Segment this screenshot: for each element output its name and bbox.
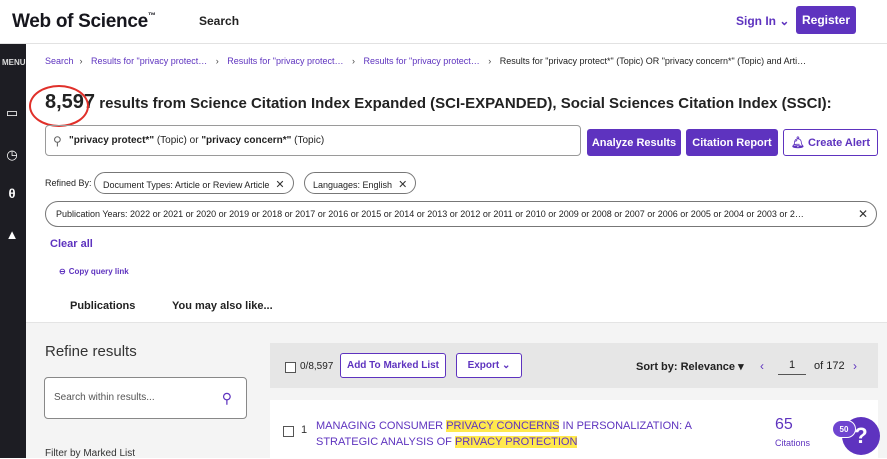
results-heading: 8,597 results from Science Citation Inde… [45,91,832,114]
page-number-input[interactable]: 1 [778,357,806,375]
chevron-right-icon: › [352,56,356,66]
search-within-placeholder: Search within results... [54,392,155,403]
filter-chip-publication-years[interactable]: Publication Years: 2022 or 2021 or 2020 … [45,201,877,227]
citation-report-button[interactable]: Citation Report [686,129,778,156]
filter-chip-languages[interactable]: Languages: English ✕ [304,172,417,194]
query-field-2: (Topic) [291,135,325,146]
chevron-right-icon: › [215,56,219,66]
breadcrumb-results-2[interactable]: Results for "privacy protect… [227,56,346,66]
top-header: Web of Science™ Search Sign In ⌄ Registe… [0,0,887,44]
page-total: of 172 [814,360,845,372]
search-icon[interactable]: ⚲ [222,390,232,407]
search-nav-link[interactable]: Search [199,14,239,28]
bell-icon: 🔔︎ [791,137,805,149]
breadcrumb-results-1[interactable]: Results for "privacy protect… [91,56,210,66]
export-button[interactable]: Export ⌄ [456,353,522,378]
analytics-icon[interactable]: θ [5,187,19,201]
search-within-input[interactable]: Search within results... ⚲ [44,377,247,419]
clear-all-link[interactable]: Clear all [50,238,93,250]
tab-publications[interactable]: Publications [70,300,135,312]
close-icon[interactable]: ✕ [858,207,868,221]
close-icon[interactable]: ✕ [275,179,284,191]
menu-label[interactable]: MENU [2,58,26,67]
chevron-right-icon: › [488,56,492,66]
highlight-term: PRIVACY CONCERNS [446,420,560,432]
next-page-icon[interactable]: › [853,359,857,373]
refine-results-title: Refine results [45,343,137,360]
register-button[interactable]: Register [796,6,856,34]
result-checkbox[interactable] [283,426,294,437]
breadcrumb-search[interactable]: Search [45,56,74,66]
analyze-results-button[interactable]: Analyze Results [587,129,681,156]
filter-by-marked-list[interactable]: Filter by Marked List [45,448,135,459]
copy-query-link[interactable]: ⊖ Copy query link [59,267,129,276]
left-rail: MENU ▭ ◷ θ ▲ [0,44,26,458]
breadcrumb-current: Results for "privacy protect*" (Topic) O… [499,56,807,66]
sort-dropdown[interactable]: Sort by: Relevance ▾ [636,360,744,373]
chevron-down-icon: ⌄ [502,360,511,371]
chevron-right-icon: › [79,56,83,66]
result-title-link[interactable]: MANAGING CONSUMER PRIVACY CONCERNS IN PE… [316,418,756,450]
notification-badge: 50 [832,420,856,438]
folder-icon[interactable]: ▭ [5,106,19,120]
annotation-circle [29,85,89,127]
logo[interactable]: Web of Science™ [12,11,156,33]
selected-count: 0/8,597 [300,361,334,372]
breadcrumb-results-3[interactable]: Results for "privacy protect… [364,56,483,66]
query-field-1: (Topic) or [154,135,202,146]
create-alert-button[interactable]: 🔔︎ Create Alert [783,129,878,156]
highlight-term: PRIVACY PROTECTION [454,436,578,448]
caret-down-icon: ▾ [738,361,744,373]
chevron-down-icon: ⌄ [779,14,790,28]
citations-label[interactable]: Citations [775,438,810,448]
sign-in-link[interactable]: Sign In ⌄ [736,14,789,28]
query-term-2: "privacy concern*" [201,135,292,146]
citation-count[interactable]: 65 [775,416,793,434]
previous-page-icon[interactable]: ‹ [760,359,764,373]
breadcrumb: Search › Results for "privacy protect… › … [45,56,875,66]
filter-chip-document-types[interactable]: Document Types: Article or Review Articl… [94,172,294,194]
select-all-checkbox[interactable] [285,362,296,373]
bell-icon[interactable]: ▲ [5,228,19,242]
tab-you-may-also-like[interactable]: You may also like... [172,300,273,312]
query-box[interactable]: ⚲ "privacy protect*" (Topic) or "privacy… [45,125,581,156]
results-description: results from Science Citation Index Expa… [95,95,832,112]
search-icon: ⚲ [53,134,62,148]
query-term-1: "privacy protect*" [69,135,155,146]
close-icon[interactable]: ✕ [398,179,407,191]
add-to-marked-list-button[interactable]: Add To Marked List [340,353,446,378]
refined-by-label: Refined By: [45,178,92,188]
result-number: 1 [301,424,308,436]
link-icon: ⊖ [59,267,66,276]
history-icon[interactable]: ◷ [5,148,19,162]
